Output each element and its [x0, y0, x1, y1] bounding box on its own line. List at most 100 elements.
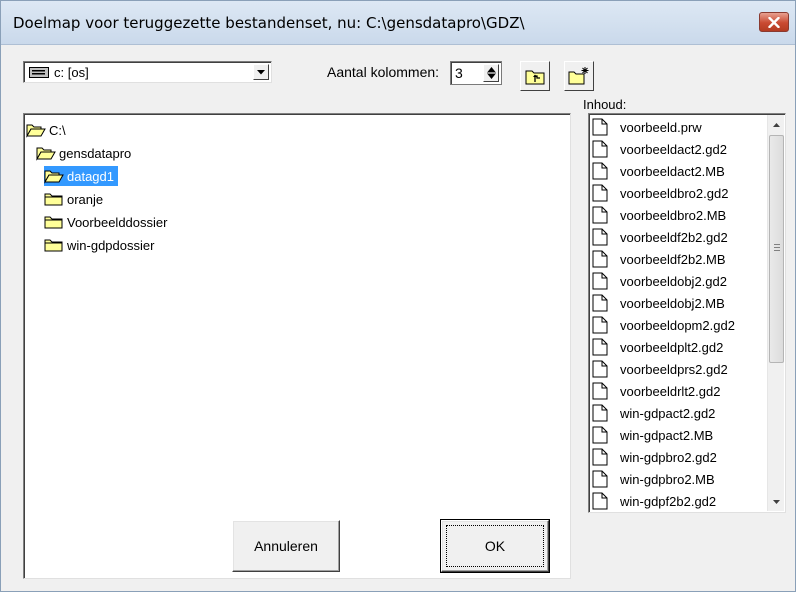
tree-item-label: win-gdpdossier: [67, 237, 155, 253]
document-icon: [592, 118, 608, 136]
folder-open-icon: [44, 170, 64, 184]
file-item-label: win-gdpbro2.gd2: [620, 449, 717, 465]
document-icon: [592, 272, 608, 290]
file-item[interactable]: win-gdpbro2.MB: [592, 468, 715, 490]
tree-item-label: Voorbeelddossier: [67, 214, 168, 230]
tree-item-label: gensdatapro: [59, 145, 132, 161]
tree-item-label: oranje: [67, 191, 104, 207]
close-icon: [768, 16, 780, 28]
document-icon: [592, 360, 608, 378]
file-list[interactable]: voorbeeld.prw voorbeeldact2.gd2 voorbeelda…: [588, 113, 786, 513]
folder-icon: [44, 193, 63, 206]
file-item[interactable]: voorbeeldact2.MB: [592, 160, 725, 182]
file-item-label: voorbeeldf2b2.gd2: [620, 229, 728, 245]
scroll-up-icon: [773, 122, 780, 127]
file-item[interactable]: voorbeeldobj2.gd2: [592, 270, 727, 292]
chevron-down-icon: [257, 69, 265, 74]
file-item[interactable]: voorbeeldrlt2.gd2: [592, 380, 720, 402]
file-item[interactable]: voorbeeldopm2.gd2: [592, 314, 735, 336]
close-button[interactable]: [759, 12, 789, 32]
document-icon: [592, 426, 608, 444]
folder-icon: [44, 216, 63, 229]
file-item[interactable]: voorbeeldact2.gd2: [592, 138, 727, 160]
dialog-window: Doelmap voor teruggezette bestandenset, …: [0, 0, 796, 592]
columns-value[interactable]: 3: [455, 65, 463, 81]
document-icon: [592, 228, 608, 246]
file-item[interactable]: win-gdpbro2.gd2: [592, 446, 717, 468]
document-icon: [592, 184, 608, 202]
columns-spin-buttons[interactable]: [483, 64, 499, 82]
spin-updown-icon: [486, 67, 496, 79]
file-list-scrollbar[interactable]: [767, 115, 784, 511]
file-item-label: voorbeeldact2.gd2: [620, 141, 727, 157]
scroll-down-button[interactable]: [768, 493, 785, 510]
scroll-up-button[interactable]: [768, 116, 785, 133]
grip-icon: [774, 244, 780, 251]
file-item[interactable]: voorbeeldplt2.gd2: [592, 336, 723, 358]
folder-open-icon: [36, 147, 56, 161]
folder-up-icon: [525, 70, 545, 84]
file-item-label: voorbeeld.prw: [620, 119, 702, 135]
columns-spinner[interactable]: 3: [450, 61, 502, 85]
file-item-label: voorbeeldobj2.gd2: [620, 273, 727, 289]
file-item-label: voorbeeldf2b2.MB: [620, 251, 726, 267]
file-item-label: voorbeeldobj2.MB: [620, 295, 725, 311]
document-icon: [592, 338, 608, 356]
folder-icon: [44, 239, 63, 252]
tree-item[interactable]: win-gdpdossier: [44, 235, 154, 255]
tree-item[interactable]: C:\: [26, 120, 66, 140]
document-icon: [592, 492, 608, 510]
cancel-button-label: Annuleren: [254, 538, 318, 554]
document-icon: [592, 206, 608, 224]
cancel-button[interactable]: Annuleren: [232, 520, 340, 572]
file-item-label: voorbeeldplt2.gd2: [620, 339, 724, 355]
new-folder-button[interactable]: [564, 61, 594, 91]
file-item-label: voorbeeldbro2.gd2: [620, 185, 729, 201]
tree-item-label: datagd1: [67, 168, 114, 184]
file-item-label: win-gdpact2.gd2: [620, 405, 716, 421]
window-title: Doelmap voor teruggezette bestandenset, …: [13, 14, 525, 32]
file-item[interactable]: win-gdpact2.MB: [592, 424, 713, 446]
file-item[interactable]: voorbeeld.prw: [592, 116, 702, 138]
file-item[interactable]: voorbeeldbro2.MB: [592, 204, 726, 226]
tree-item[interactable]: Voorbeelddossier: [44, 212, 167, 232]
tree-item[interactable]: gensdatapro: [36, 143, 131, 163]
file-item[interactable]: voorbeeldprs2.gd2: [592, 358, 728, 380]
drive-icon: [29, 67, 49, 78]
document-icon: [592, 294, 608, 312]
ok-button[interactable]: OK: [440, 519, 550, 573]
drive-dropdown-arrow[interactable]: [253, 64, 269, 80]
file-item-label: voorbeeldprs2.gd2: [620, 361, 728, 377]
file-item[interactable]: win-gdpact2.gd2: [592, 402, 715, 424]
focus-rectangle: [446, 525, 544, 567]
columns-label: Aantal kolommen:: [327, 64, 440, 80]
file-item[interactable]: win-gdpf2b2.gd2: [592, 490, 716, 512]
title-bar[interactable]: Doelmap voor teruggezette bestandenset, …: [1, 1, 795, 45]
tree-item[interactable]: oranje: [44, 189, 103, 209]
drive-selected-value: c: [os]: [54, 65, 89, 80]
file-item-label: voorbeeldbro2.MB: [620, 207, 727, 223]
file-item-label: voorbeeldopm2.gd2: [620, 317, 735, 333]
file-item-label: voorbeeldact2.MB: [620, 163, 725, 179]
parent-folder-button[interactable]: [520, 61, 550, 91]
folder-open-icon: [26, 124, 46, 138]
document-icon: [592, 382, 608, 400]
file-item[interactable]: voorbeeldf2b2.gd2: [592, 226, 728, 248]
tree-item[interactable]: datagd1: [44, 166, 118, 186]
document-icon: [592, 250, 608, 268]
file-item[interactable]: voorbeeldbro2.gd2: [592, 182, 728, 204]
scroll-down-icon: [773, 499, 780, 504]
document-icon: [592, 404, 608, 422]
file-item-label: win-gdpbro2.MB: [620, 471, 715, 487]
document-icon: [592, 140, 608, 158]
files-label: Inhoud:: [583, 97, 627, 112]
document-icon: [592, 316, 608, 334]
file-item[interactable]: voorbeeldf2b2.MB: [592, 248, 726, 270]
document-icon: [592, 448, 608, 466]
file-item[interactable]: voorbeeldobj2.MB: [592, 292, 725, 314]
drive-select[interactable]: c: [os]: [23, 61, 272, 83]
document-icon: [592, 470, 608, 488]
scroll-thumb[interactable]: [769, 135, 784, 363]
folder-tree[interactable]: C:\ gensdatapro datagd1 oranje Voorbeelddoss…: [23, 113, 571, 579]
document-icon: [592, 162, 608, 180]
